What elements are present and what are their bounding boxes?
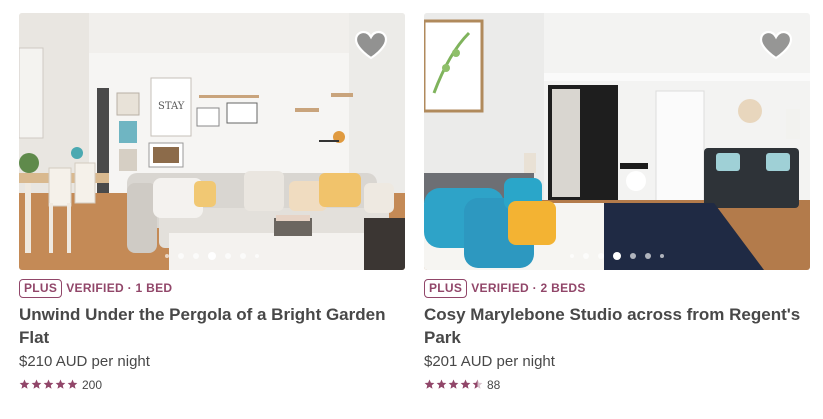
plus-badge: PLUS bbox=[424, 278, 468, 298]
living-room-photo: STAY bbox=[19, 13, 405, 270]
listing-card-2[interactable]: PLUS VERIFIED · 2 BEDS Cosy Marylebone S… bbox=[424, 13, 810, 392]
star-icon bbox=[436, 379, 447, 389]
save-heart-button[interactable] bbox=[354, 30, 388, 60]
heart-icon bbox=[354, 30, 388, 60]
listing-photo-2[interactable] bbox=[424, 13, 810, 270]
verified-beds-label: VERIFIED · 2 BEDS bbox=[471, 281, 586, 295]
pagination-dot[interactable] bbox=[255, 254, 259, 258]
pagination-dot[interactable] bbox=[193, 253, 199, 259]
pagination-dot[interactable] bbox=[178, 253, 184, 259]
star-icon bbox=[55, 379, 66, 389]
star-icon bbox=[43, 379, 54, 389]
listing-title[interactable]: Cosy Marylebone Studio across from Regen… bbox=[424, 303, 810, 349]
star-rating bbox=[19, 379, 78, 390]
pagination-dot[interactable] bbox=[583, 253, 589, 259]
star-icon bbox=[460, 379, 471, 389]
listing-meta: PLUS VERIFIED · 2 BEDS bbox=[424, 278, 810, 298]
listing-rating: 200 bbox=[19, 377, 405, 392]
star-icon bbox=[472, 379, 483, 389]
photo-pagination[interactable] bbox=[424, 252, 810, 260]
review-count: 88 bbox=[487, 377, 501, 392]
listing-meta: PLUS VERIFIED · 1 BED bbox=[19, 278, 405, 298]
pagination-dot[interactable] bbox=[165, 254, 169, 258]
listing-rating: 88 bbox=[424, 377, 810, 392]
listing-price: $201 AUD per night bbox=[424, 353, 555, 370]
pagination-dot[interactable] bbox=[570, 254, 574, 258]
listing-title[interactable]: Unwind Under the Pergola of a Bright Gar… bbox=[19, 303, 405, 349]
save-heart-button[interactable] bbox=[759, 30, 793, 60]
pagination-dot[interactable] bbox=[225, 253, 231, 259]
star-icon bbox=[31, 379, 42, 389]
photo-pagination[interactable] bbox=[19, 252, 405, 260]
studio-bedroom-photo bbox=[424, 13, 810, 270]
star-rating bbox=[424, 379, 483, 390]
review-count: 200 bbox=[82, 377, 103, 392]
pagination-dot[interactable] bbox=[630, 253, 636, 259]
plus-badge: PLUS bbox=[19, 278, 63, 298]
star-icon bbox=[448, 379, 459, 389]
heart-icon bbox=[759, 30, 793, 60]
pagination-dot-active[interactable] bbox=[613, 252, 621, 260]
listing-price: $210 AUD per night bbox=[19, 353, 150, 370]
pagination-dot[interactable] bbox=[598, 253, 604, 259]
pagination-dot[interactable] bbox=[645, 253, 651, 259]
svg-text:STAY: STAY bbox=[158, 101, 185, 112]
pagination-dot[interactable] bbox=[660, 254, 664, 258]
star-icon bbox=[19, 379, 30, 389]
star-icon bbox=[67, 379, 78, 389]
pagination-dot[interactable] bbox=[240, 253, 246, 259]
listing-card-1[interactable]: STAY PLUS VERIFIED · 1 BED Unwind Under … bbox=[19, 13, 405, 392]
star-icon bbox=[424, 379, 435, 389]
pagination-dot-active[interactable] bbox=[208, 252, 216, 260]
verified-beds-label: VERIFIED · 1 BED bbox=[66, 281, 173, 295]
listing-photo-1[interactable]: STAY bbox=[19, 13, 405, 270]
